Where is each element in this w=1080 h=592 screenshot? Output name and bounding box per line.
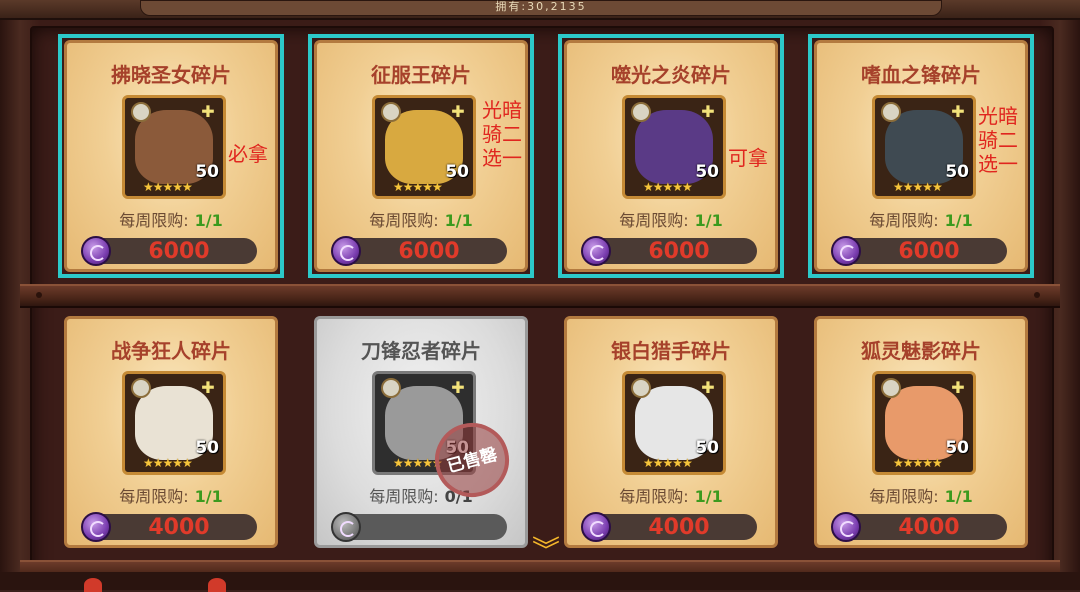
class-icon: ✚ xyxy=(701,378,715,397)
class-icon: ✚ xyxy=(951,102,965,121)
weekly-limit: 每周限购: 1/1 xyxy=(317,207,525,231)
item-name: 征服王碎片 xyxy=(371,63,471,87)
purple-coin-icon xyxy=(331,512,361,542)
hero-portrait: ✚ 50★★★★★ xyxy=(122,371,226,475)
annotation-note: 必拿 xyxy=(228,142,268,166)
purple-coin-icon xyxy=(831,236,861,266)
weekly-limit: 每周限购: 1/1 xyxy=(67,207,275,231)
shop-item-card[interactable]: 银白猎手碎片 ✚ 50 ★★★★★ 每周限购: 1/1 4000 xyxy=(564,316,778,548)
item-price: 6000 xyxy=(898,239,960,264)
limit-label: 每周限购: xyxy=(619,487,689,506)
purple-coin-icon xyxy=(81,512,111,542)
annotation-note: 可拿 xyxy=(728,146,768,170)
limit-label: 每周限购: xyxy=(869,487,939,506)
element-icon xyxy=(631,102,651,122)
hero-level: 50 xyxy=(195,438,219,458)
hero-level: 50 xyxy=(945,162,969,182)
item-price: 4000 xyxy=(898,515,960,540)
shelf-divider xyxy=(20,284,1060,308)
price-bar[interactable] xyxy=(339,514,507,540)
item-name: 刀锋忍者碎片 xyxy=(361,339,481,363)
limit-label: 每周限购: xyxy=(369,211,439,230)
item-name: 银白猎手碎片 xyxy=(611,339,731,363)
item-name: 拂晓圣女碎片 xyxy=(111,63,231,87)
weekly-limit: 每周限购: 1/1 xyxy=(567,483,775,507)
item-price: 6000 xyxy=(148,239,210,264)
top-bar: 拥有:30,2135 xyxy=(0,0,1080,20)
hero-portrait: ✚ 50★★★★★ xyxy=(622,371,726,475)
shop-item-card[interactable]: 狐灵魅影碎片 ✚ 50 ★★★★★ 每周限购: 1/1 4000 xyxy=(814,316,1028,548)
limit-value: 1/1 xyxy=(694,487,723,506)
limit-value: 1/1 xyxy=(194,487,223,506)
item-price: 6000 xyxy=(648,239,710,264)
chevron-down-icon[interactable]: ︾ xyxy=(528,536,564,566)
purple-coin-icon xyxy=(581,236,611,266)
item-price: 4000 xyxy=(148,515,210,540)
class-icon: ✚ xyxy=(201,378,215,397)
purple-coin-icon xyxy=(331,236,361,266)
limit-label: 每周限购: xyxy=(619,211,689,230)
hero-portrait: ✚ 50★★★★★ xyxy=(622,95,726,199)
shop-item-card[interactable]: 战争狂人碎片 ✚ 50 ★★★★★ 每周限购: 1/1 4000 xyxy=(64,316,278,548)
bottom-tabs xyxy=(0,572,1080,590)
hero-level: 50 xyxy=(695,162,719,182)
weekly-limit: 每周限购: 1/1 xyxy=(567,207,775,231)
purple-coin-icon xyxy=(831,512,861,542)
bolt xyxy=(36,292,42,298)
star-rating: ★★★★★ xyxy=(143,456,193,470)
item-name: 噬光之炎碎片 xyxy=(611,63,731,87)
purple-coin-icon xyxy=(81,236,111,266)
limit-value: 1/1 xyxy=(694,211,723,230)
hero-level: 50 xyxy=(445,162,469,182)
class-icon: ✚ xyxy=(201,102,215,121)
element-icon xyxy=(381,102,401,122)
hero-portrait: ✚ 50★★★★★ xyxy=(872,371,976,475)
hero-level: 50 xyxy=(945,438,969,458)
limit-label: 每周限购: xyxy=(119,487,189,506)
limit-label: 每周限购: xyxy=(869,211,939,230)
hero-portrait: ✚ 50★★★★★ xyxy=(372,95,476,199)
class-icon: ✚ xyxy=(701,102,715,121)
purple-coin-icon xyxy=(581,512,611,542)
star-rating: ★★★★★ xyxy=(643,180,693,194)
limit-value: 1/1 xyxy=(944,487,973,506)
element-icon xyxy=(631,378,651,398)
hero-level: 50 xyxy=(195,162,219,182)
element-icon xyxy=(881,378,901,398)
class-icon: ✚ xyxy=(951,378,965,397)
weekly-limit: 每周限购: 1/1 xyxy=(817,483,1025,507)
limit-label: 每周限购: xyxy=(119,211,189,230)
bolt xyxy=(1034,292,1040,298)
limit-label: 每周限购: xyxy=(369,487,439,506)
star-rating: ★★★★★ xyxy=(393,180,443,194)
annotation-note: 光暗 骑二 选一 xyxy=(482,98,522,170)
item-price: 4000 xyxy=(648,515,710,540)
currency-plate: 拥有:30,2135 xyxy=(140,0,942,16)
element-icon xyxy=(881,102,901,122)
item-name: 狐灵魅影碎片 xyxy=(861,339,981,363)
limit-value: 1/1 xyxy=(194,211,223,230)
annotation-note: 光暗 骑二 选一 xyxy=(978,104,1018,176)
limit-value: 1/1 xyxy=(944,211,973,230)
star-rating: ★★★★★ xyxy=(143,180,193,194)
element-icon xyxy=(131,378,151,398)
element-icon xyxy=(131,102,151,122)
class-icon: ✚ xyxy=(451,102,465,121)
weekly-limit: 每周限购: 1/1 xyxy=(67,483,275,507)
element-icon xyxy=(381,378,401,398)
weekly-limit: 每周限购: 1/1 xyxy=(817,207,1025,231)
class-icon: ✚ xyxy=(451,378,465,397)
hero-portrait: ✚ 50★★★★★ xyxy=(872,95,976,199)
star-rating: ★★★★★ xyxy=(893,456,943,470)
currency-text: 拥有:30,2135 xyxy=(495,0,587,13)
star-rating: ★★★★★ xyxy=(893,180,943,194)
item-name: 战争狂人碎片 xyxy=(111,339,231,363)
star-rating: ★★★★★ xyxy=(643,456,693,470)
item-name: 嗜血之锋碎片 xyxy=(861,63,981,87)
hero-level: 50 xyxy=(695,438,719,458)
limit-value: 1/1 xyxy=(444,211,473,230)
shop-item-card[interactable]: 刀锋忍者碎片✚50★★★★★每周限购:0/1已售罄 xyxy=(314,316,528,548)
item-price: 6000 xyxy=(398,239,460,264)
hero-portrait: ✚ 50★★★★★ xyxy=(122,95,226,199)
